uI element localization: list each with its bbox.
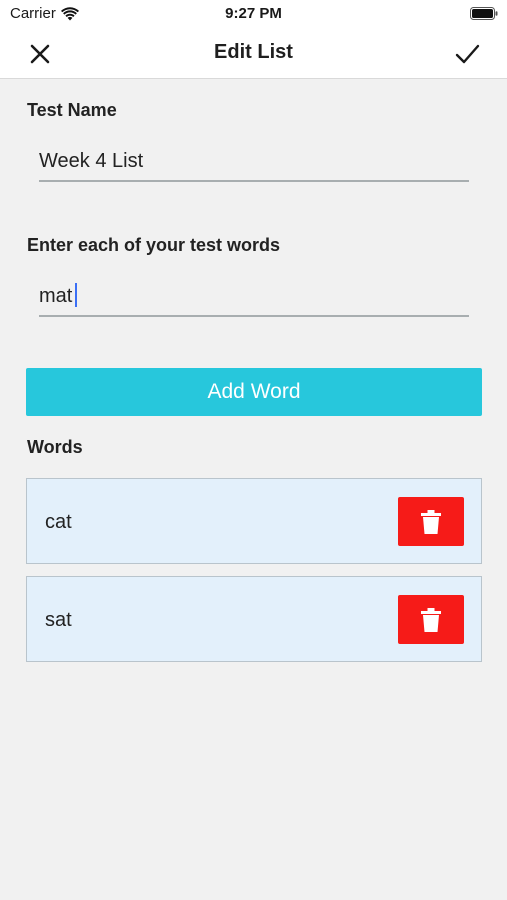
trash-icon [421,509,441,534]
text-cursor [75,283,77,307]
add-word-button[interactable]: Add Word [26,368,482,416]
page-title: Edit List [214,41,293,63]
checkmark-icon[interactable] [453,40,481,68]
word-entry-label: Enter each of your test words [27,235,281,255]
delete-word-button[interactable] [398,497,464,546]
word-row: sat [26,576,482,662]
navigation-bar: Edit List [0,28,507,79]
test-name-label: Test Name [27,100,117,120]
words-heading: Words [27,437,83,457]
status-bar: Carrier 9:27 PM [0,0,507,28]
word-text: sat [45,609,72,631]
word-row: cat [26,478,482,564]
delete-word-button[interactable] [398,595,464,644]
trash-icon [421,607,441,632]
status-time: 9:27 PM [225,5,282,22]
word-text: cat [45,511,72,533]
battery-icon [470,7,498,20]
test-name-input[interactable] [39,142,469,182]
word-entry-input[interactable] [39,277,469,317]
